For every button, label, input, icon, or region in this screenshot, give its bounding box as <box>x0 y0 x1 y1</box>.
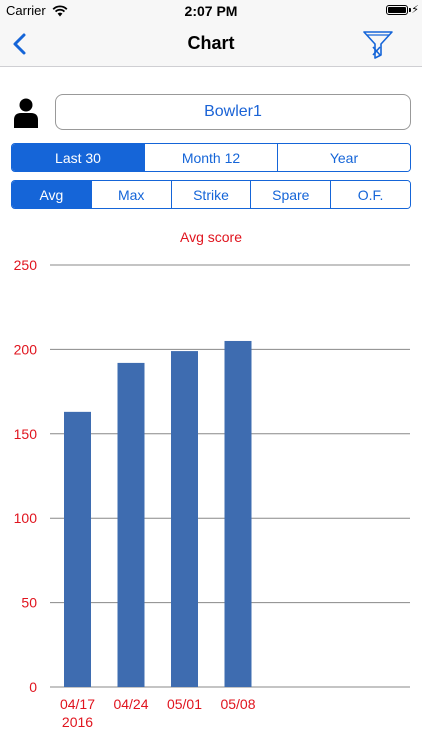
metric-segmented-control: Avg Max Strike Spare O.F. <box>11 180 411 209</box>
filter-clear-button[interactable] <box>362 28 394 60</box>
y-tick-label: 200 <box>14 341 38 357</box>
bar <box>64 411 91 687</box>
tab-year[interactable]: Year <box>277 144 410 171</box>
tab-open-frame[interactable]: O.F. <box>330 181 410 208</box>
y-tick-label: 100 <box>14 510 38 526</box>
chevron-left-icon <box>13 33 26 55</box>
bowler-select-field[interactable]: Bowler1 <box>55 94 411 130</box>
chart-title: Avg score <box>180 229 242 245</box>
x-tick-label: 04/24 <box>113 696 148 712</box>
status-time: 2:07 PM <box>184 3 238 19</box>
tab-strike[interactable]: Strike <box>170 181 251 208</box>
bar-chart: 0 50 100 150 200 250 04/17 2016 04/24 05/01 05/08 <box>14 257 410 730</box>
y-tick-label: 150 <box>14 426 38 442</box>
battery-icon <box>386 5 408 15</box>
tab-avg[interactable]: Avg <box>12 181 91 208</box>
navigation-bar: Chart <box>0 22 422 67</box>
bar <box>224 340 252 687</box>
person-icon <box>14 98 38 128</box>
tab-last-30[interactable]: Last 30 <box>12 144 144 171</box>
y-tick-label: 50 <box>21 595 37 611</box>
status-bar: Carrier 2:07 PM ⚡ <box>0 0 422 22</box>
x-tick-label: 05/08 <box>220 696 255 712</box>
x-tick-label: 04/17 <box>60 696 95 712</box>
tab-month-12[interactable]: Month 12 <box>144 144 277 171</box>
page-title: Chart <box>187 33 235 53</box>
x-tick-sublabel: 2016 <box>62 714 93 730</box>
bar <box>117 362 145 687</box>
x-tick-label: 05/01 <box>167 696 202 712</box>
y-tick-label: 0 <box>29 679 37 695</box>
y-tick-label: 250 <box>14 257 38 273</box>
tab-spare[interactable]: Spare <box>250 181 331 208</box>
filter-clear-icon <box>363 31 393 59</box>
charging-icon: ⚡ <box>411 4 419 16</box>
bar <box>171 351 198 687</box>
tab-max[interactable]: Max <box>90 181 171 208</box>
back-button[interactable] <box>10 32 32 56</box>
period-segmented-control: Last 30 Month 12 Year <box>11 143 411 172</box>
